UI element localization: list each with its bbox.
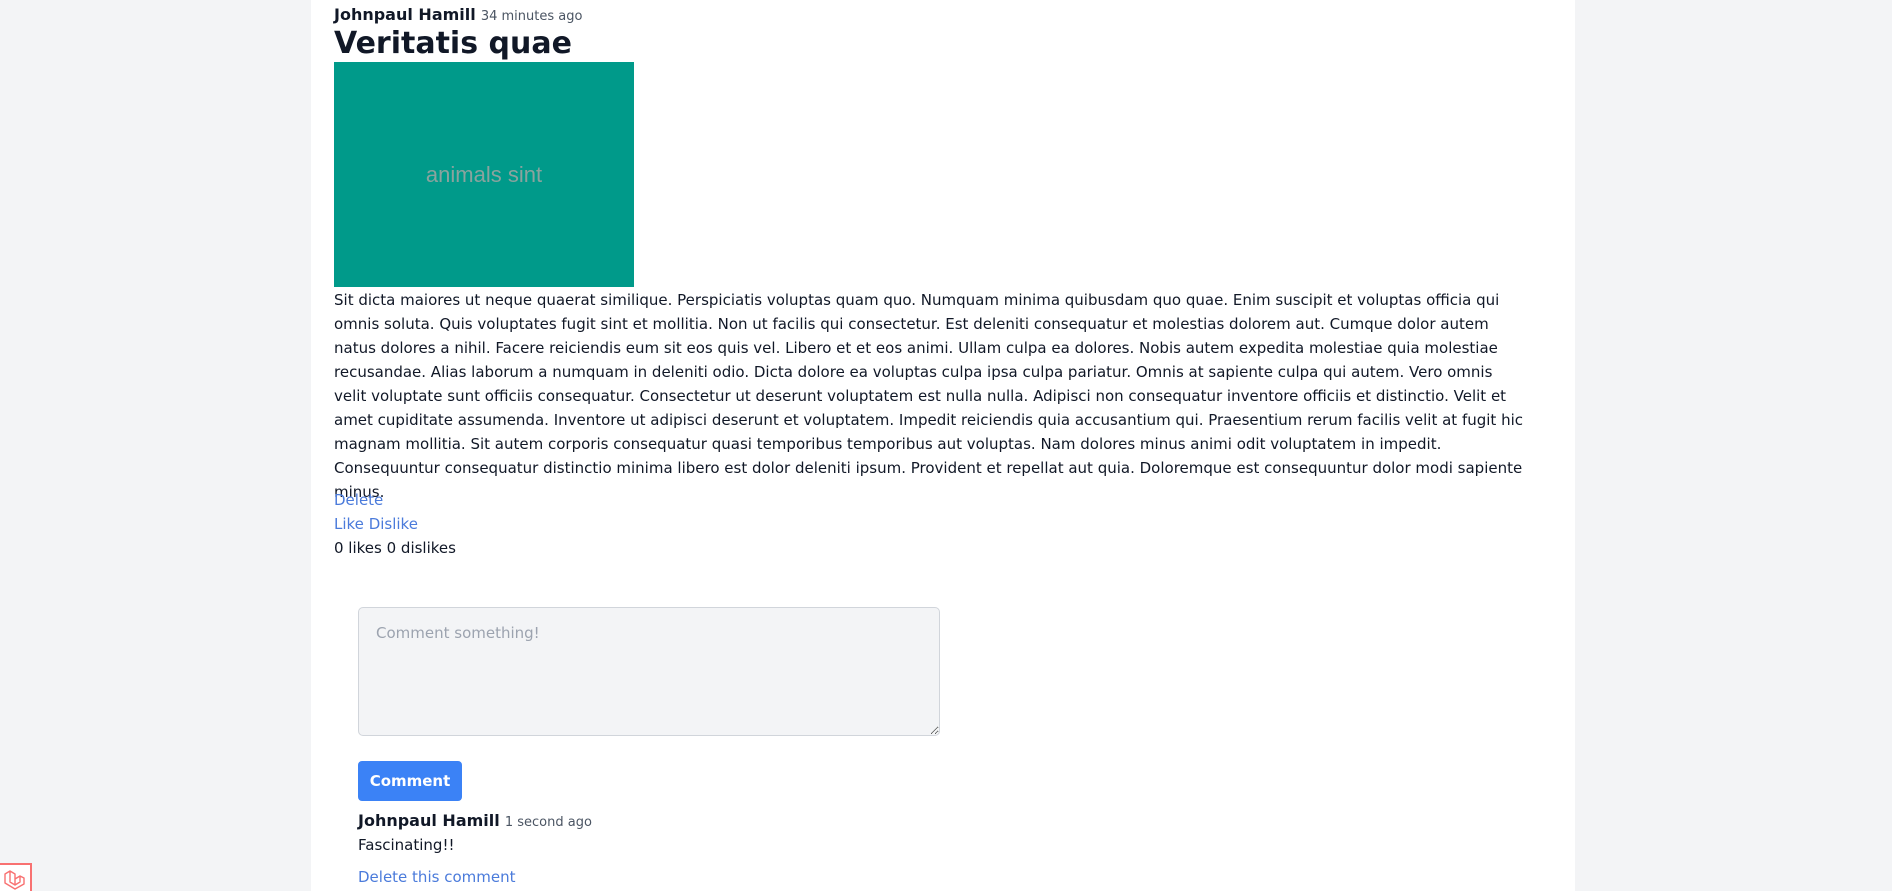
- like-link[interactable]: Like: [334, 515, 364, 533]
- delete-comment-link[interactable]: Delete this comment: [358, 865, 515, 889]
- post-body: Sit dicta maiores ut neque quaerat simil…: [334, 291, 1523, 501]
- delete-post-link[interactable]: Delete: [334, 488, 383, 512]
- dislike-link[interactable]: Dislike: [369, 515, 418, 533]
- post-timestamp: 34 minutes ago: [480, 9, 583, 24]
- reaction-links: Like Dislike: [334, 512, 418, 536]
- comment-timestamp: 1 second ago: [504, 815, 592, 830]
- reaction-counts: 0 likes 0 dislikes: [334, 539, 456, 557]
- laravel-logo-glyph: [4, 870, 25, 890]
- post-image: animals sint: [334, 62, 634, 287]
- comment-meta: Johnpaul Hamill 1 second ago: [358, 811, 592, 830]
- comment-submit-button[interactable]: Comment: [358, 761, 462, 801]
- comment-input[interactable]: [358, 607, 940, 736]
- laravel-logo-icon: [0, 863, 32, 891]
- post-title: Veritatis quae: [334, 26, 572, 61]
- post-author: Johnpaul Hamill: [334, 5, 476, 24]
- post-meta: Johnpaul Hamill 34 minutes ago: [334, 5, 582, 24]
- post-image-label: animals sint: [425, 161, 543, 187]
- comment-text: Fascinating!!: [358, 836, 455, 854]
- comment-author: Johnpaul Hamill: [358, 811, 500, 830]
